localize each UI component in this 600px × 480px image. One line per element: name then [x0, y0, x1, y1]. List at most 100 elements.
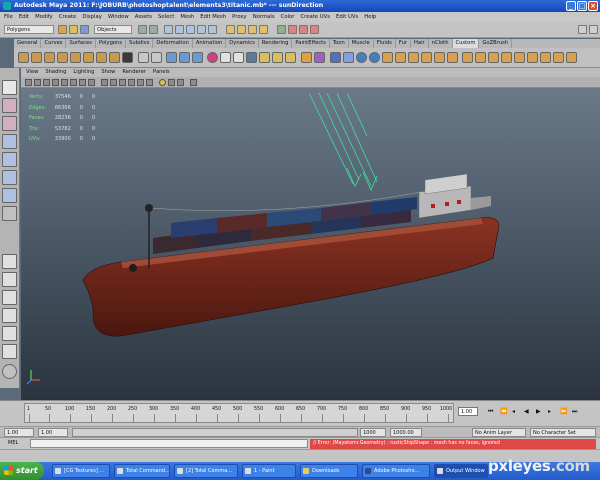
shelf-tab-deformation[interactable]: Deformation	[153, 39, 193, 48]
last-tool-icon[interactable]	[2, 206, 17, 221]
menu-file[interactable]: File	[4, 14, 13, 20]
shelf-tool-35-icon[interactable]	[475, 52, 486, 63]
perspective-viewport[interactable]: View Shading Lighting Show Renderer Panels Ve…	[21, 68, 600, 400]
shelf-tool-12-icon[interactable]	[166, 52, 177, 63]
shelf-tool-13-icon[interactable]	[179, 52, 190, 63]
close-button[interactable]: ×	[588, 1, 598, 11]
shelf-tab-animation[interactable]: Animation	[193, 39, 227, 48]
snap-view-plane-icon[interactable]	[259, 25, 268, 34]
shelf-tool-24-icon[interactable]	[330, 52, 341, 63]
selection-mode-dropdown[interactable]: Objects	[94, 25, 132, 34]
shelf-tab-hair[interactable]: Hair	[411, 39, 429, 48]
persp-graph-layout-icon[interactable]	[2, 308, 17, 323]
menu-mesh[interactable]: Mesh	[180, 14, 194, 20]
persp-outliner-layout-icon[interactable]	[2, 290, 17, 305]
shelf-tool-1-icon[interactable]	[18, 52, 29, 63]
menu-select[interactable]: Select	[158, 14, 174, 20]
shelf-tab-gozbrush[interactable]: GoZBrush	[479, 39, 513, 48]
shelf-tool-22-icon[interactable]	[301, 52, 312, 63]
shelf-tab-surfaces[interactable]: Surfaces	[66, 39, 96, 48]
taskbar-item[interactable]: Total Command...	[114, 464, 170, 478]
render-settings-icon[interactable]	[310, 25, 319, 34]
taskbar-item[interactable]: Downloads	[300, 464, 358, 478]
shelf-tool-36-icon[interactable]	[488, 52, 499, 63]
ship-superstructure[interactable]	[418, 173, 491, 219]
shelf-tool-39-icon[interactable]	[527, 52, 538, 63]
shelf-tool-10-icon[interactable]	[138, 52, 149, 63]
taskbar-item[interactable]: [2] Total Comma...	[174, 464, 238, 478]
start-button[interactable]: start	[0, 462, 44, 480]
shelf-tool-40-icon[interactable]	[540, 52, 551, 63]
lasso-tool-icon[interactable]	[2, 98, 17, 113]
move-tool-icon[interactable]	[2, 134, 17, 149]
shelf-tool-6-icon[interactable]	[83, 52, 94, 63]
menu-normals[interactable]: Normals	[253, 14, 275, 20]
shelf-tool-16-icon[interactable]	[220, 52, 231, 63]
step-forward-frame-icon[interactable]: ▸	[548, 408, 551, 415]
select-tool-icon[interactable]	[2, 80, 17, 95]
shelf-tab-general[interactable]: General	[14, 39, 42, 48]
shelf-tab-fur[interactable]: Fur	[396, 39, 411, 48]
menu-color[interactable]: Color	[281, 14, 295, 20]
shelf-tab-painteffects[interactable]: PaintEffects	[292, 39, 330, 48]
shelf-tool-8-icon[interactable]	[109, 52, 120, 63]
manipulator-tool-icon[interactable]	[2, 188, 17, 203]
shelf-tool-38-icon[interactable]	[514, 52, 525, 63]
window-title-bar[interactable]: Autodesk Maya 2011: F:\JOBURB\photoshopt…	[0, 0, 600, 12]
shelf-tool-15-icon[interactable]	[207, 52, 218, 63]
shelf-tool-4-icon[interactable]	[57, 52, 68, 63]
shelf-tab-dynamics[interactable]: Dynamics	[226, 39, 259, 48]
shelf-tool-32-icon[interactable]	[434, 52, 445, 63]
range-slider-bar[interactable]	[72, 428, 358, 437]
directional-light-manipulator[interactable]	[308, 92, 378, 191]
shelf-tool-9-icon[interactable]	[122, 52, 133, 63]
menu-edit-uvs[interactable]: Edit UVs	[336, 14, 358, 20]
shelf-tool-19-icon[interactable]	[259, 52, 270, 63]
shelf-tab-curves[interactable]: Curves	[41, 39, 67, 48]
shelf-tab-subdivs[interactable]: Subdivs	[126, 39, 154, 48]
shelf-tool-29-icon[interactable]	[395, 52, 406, 63]
shelf-tool-2-icon[interactable]	[31, 52, 42, 63]
outliner-shortcut-icon[interactable]	[2, 364, 17, 379]
select-deformations-icon[interactable]	[208, 25, 217, 34]
shelf-tool-20-icon[interactable]	[272, 52, 283, 63]
animation-start-field[interactable]: 1.00	[4, 428, 34, 437]
shelf-tool-41-icon[interactable]	[553, 52, 564, 63]
render-current-frame-icon[interactable]	[288, 25, 297, 34]
hypershade-persp-layout-icon[interactable]	[2, 326, 17, 341]
menu-window[interactable]: Window	[108, 14, 129, 20]
current-frame-field[interactable]: 1.00	[458, 407, 478, 416]
select-by-object-icon[interactable]	[149, 25, 158, 34]
open-scene-icon[interactable]	[69, 25, 78, 34]
scale-tool-icon[interactable]	[2, 170, 17, 185]
shelf-tool-26-icon[interactable]	[356, 52, 367, 63]
shelf-tool-7-icon[interactable]	[96, 52, 107, 63]
menu-create[interactable]: Create	[59, 14, 77, 20]
shelf-tool-25-icon[interactable]	[343, 52, 354, 63]
shelf-tab-fluids[interactable]: Fluids	[374, 39, 396, 48]
shelf-tab-ncloth[interactable]: nCloth	[429, 39, 453, 48]
shelf-tool-37-icon[interactable]	[501, 52, 512, 63]
shelf-tab-custom[interactable]: Custom	[452, 39, 480, 48]
menu-edit-mesh[interactable]: Edit Mesh	[200, 14, 226, 20]
step-back-frame-icon[interactable]: ◂	[512, 408, 515, 415]
maximize-button[interactable]: □	[577, 1, 587, 11]
menu-proxy[interactable]: Proxy	[232, 14, 247, 20]
shelf-tool-34-icon[interactable]	[462, 52, 473, 63]
shelf-tool-21-icon[interactable]	[285, 52, 296, 63]
ipr-render-icon[interactable]	[299, 25, 308, 34]
shelf-tool-23-icon[interactable]	[314, 52, 325, 63]
new-scene-icon[interactable]	[58, 25, 67, 34]
shelf-tool-14-icon[interactable]	[192, 52, 203, 63]
persp-graph-hypershade-layout-icon[interactable]	[2, 344, 17, 359]
shelf-tool-5-icon[interactable]	[70, 52, 81, 63]
anim-layer-dropdown[interactable]: No Anim Layer	[472, 428, 526, 437]
history-icon[interactable]	[277, 25, 286, 34]
snap-point-icon[interactable]	[248, 25, 257, 34]
shelf-tool-18-icon[interactable]	[246, 52, 257, 63]
menu-create-uvs[interactable]: Create UVs	[300, 14, 330, 20]
taskbar-item[interactable]: 1 - Paint	[242, 464, 296, 478]
play-backwards-icon[interactable]: ◀	[524, 408, 529, 415]
time-slider-ruler[interactable]: 1 50 100 150 200 250 300 350 400 450 500…	[24, 403, 454, 423]
single-perspective-layout-icon[interactable]	[2, 254, 17, 269]
